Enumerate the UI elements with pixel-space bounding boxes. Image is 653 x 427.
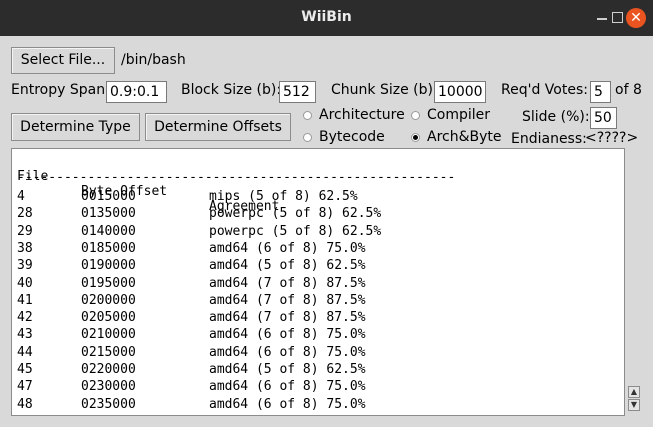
results-output[interactable]: File Byte Offset Agreement -------------…: [11, 148, 625, 416]
cell-byte-offset: 0015000: [81, 189, 136, 204]
scroll-up-icon[interactable]: ▲: [628, 386, 640, 398]
cell-agreement: amd64 (5 of 8) 62.5%: [209, 258, 366, 274]
chunk-size-input[interactable]: 10000: [434, 81, 486, 103]
determine-offsets-button[interactable]: Determine Offsets: [145, 113, 291, 141]
cell-byte-offset: 0230000: [81, 379, 136, 395]
endianess-label: Endianess:: [511, 131, 587, 147]
cell-file: 45: [17, 362, 33, 377]
results-header: File Byte Offset Agreement: [17, 154, 279, 214]
votes-total: of 8: [615, 82, 642, 98]
results-separator: ----------------------------------------…: [17, 170, 456, 185]
cell-agreement: amd64 (7 of 8) 87.5%: [209, 292, 366, 308]
cell-byte-offset: 0210000: [81, 327, 136, 343]
cell-file: 28: [17, 206, 33, 222]
slide-input[interactable]: 50: [590, 107, 617, 129]
cell-agreement: amd64 (7 of 8) 87.5%: [209, 275, 366, 291]
radio-bytecode[interactable]: [303, 133, 312, 142]
scroll-down-icon[interactable]: ▼: [628, 399, 640, 411]
entropy-span-input[interactable]: 0.9:0.1: [106, 81, 167, 103]
cell-file: 44: [17, 344, 33, 360]
file-path: /bin/bash: [121, 52, 186, 68]
close-icon[interactable]: ✕: [626, 8, 646, 28]
cell-byte-offset: 0220000: [81, 362, 136, 377]
radio-bytecode-label[interactable]: Bytecode: [319, 129, 385, 145]
block-size-input[interactable]: 512: [279, 81, 316, 103]
cell-file: 40: [17, 275, 33, 291]
slide-label: Slide (%):: [522, 109, 590, 125]
cell-byte-offset: 0190000: [81, 258, 136, 274]
cell-byte-offset: 0140000: [81, 223, 136, 239]
determine-type-button[interactable]: Determine Type: [11, 113, 140, 141]
endianess-value: <????>: [585, 130, 639, 146]
minimize-icon[interactable]: [597, 18, 607, 20]
cell-agreement: amd64 (6 of 8) 75.0%: [209, 396, 366, 412]
select-file-button[interactable]: Select File...: [11, 47, 115, 74]
cell-byte-offset: 0205000: [81, 310, 136, 326]
cell-file: 41: [17, 292, 33, 308]
cell-file: 43: [17, 327, 33, 343]
cell-agreement: powerpc (5 of 8) 62.5%: [209, 223, 382, 239]
radio-arch-byte[interactable]: [411, 133, 420, 142]
radio-compiler-label[interactable]: Compiler: [427, 107, 490, 123]
radio-architecture[interactable]: [303, 111, 312, 120]
cell-byte-offset: 0195000: [81, 275, 136, 291]
cell-agreement: amd64 (7 of 8) 87.5%: [209, 310, 366, 326]
block-size-label: Block Size (b):: [181, 82, 282, 98]
cell-file: 4: [17, 189, 25, 204]
entropy-span-label: Entropy Span:: [11, 82, 110, 98]
cell-agreement: amd64 (6 of 8) 75.0%: [209, 344, 366, 360]
cell-agreement: amd64 (6 of 8) 75.0%: [209, 379, 366, 395]
cell-byte-offset: 0215000: [81, 344, 136, 360]
radio-compiler[interactable]: [411, 111, 420, 120]
votes-label: Req'd Votes:: [501, 82, 588, 98]
cell-file: 47: [17, 379, 33, 395]
cell-byte-offset: 0135000: [81, 206, 136, 222]
radio-arch-byte-label[interactable]: Arch&Byte: [427, 129, 502, 145]
cell-agreement: mips (5 of 8) 62.5%: [209, 189, 358, 204]
cell-agreement: powerpc (5 of 8) 62.5%: [209, 206, 382, 222]
radio-architecture-label[interactable]: Architecture: [319, 107, 405, 123]
chunk-size-label: Chunk Size (b):: [331, 82, 438, 98]
cell-file: 38: [17, 240, 33, 256]
cell-byte-offset: 0235000: [81, 396, 136, 412]
maximize-icon[interactable]: [612, 12, 623, 23]
cell-byte-offset: 0185000: [81, 240, 136, 256]
window-title: WiiBin: [301, 9, 352, 25]
cell-file: 29: [17, 223, 33, 239]
cell-file: 48: [17, 396, 33, 412]
cell-byte-offset: 0200000: [81, 292, 136, 308]
cell-file: 39: [17, 258, 33, 274]
votes-input[interactable]: 5: [590, 81, 611, 103]
title-bar: WiiBin ✕: [0, 0, 653, 36]
cell-agreement: amd64 (6 of 8) 75.0%: [209, 327, 366, 343]
cell-file: 42: [17, 310, 33, 326]
cell-agreement: amd64 (5 of 8) 62.5%: [209, 362, 366, 377]
cell-agreement: amd64 (6 of 8) 75.0%: [209, 240, 366, 256]
